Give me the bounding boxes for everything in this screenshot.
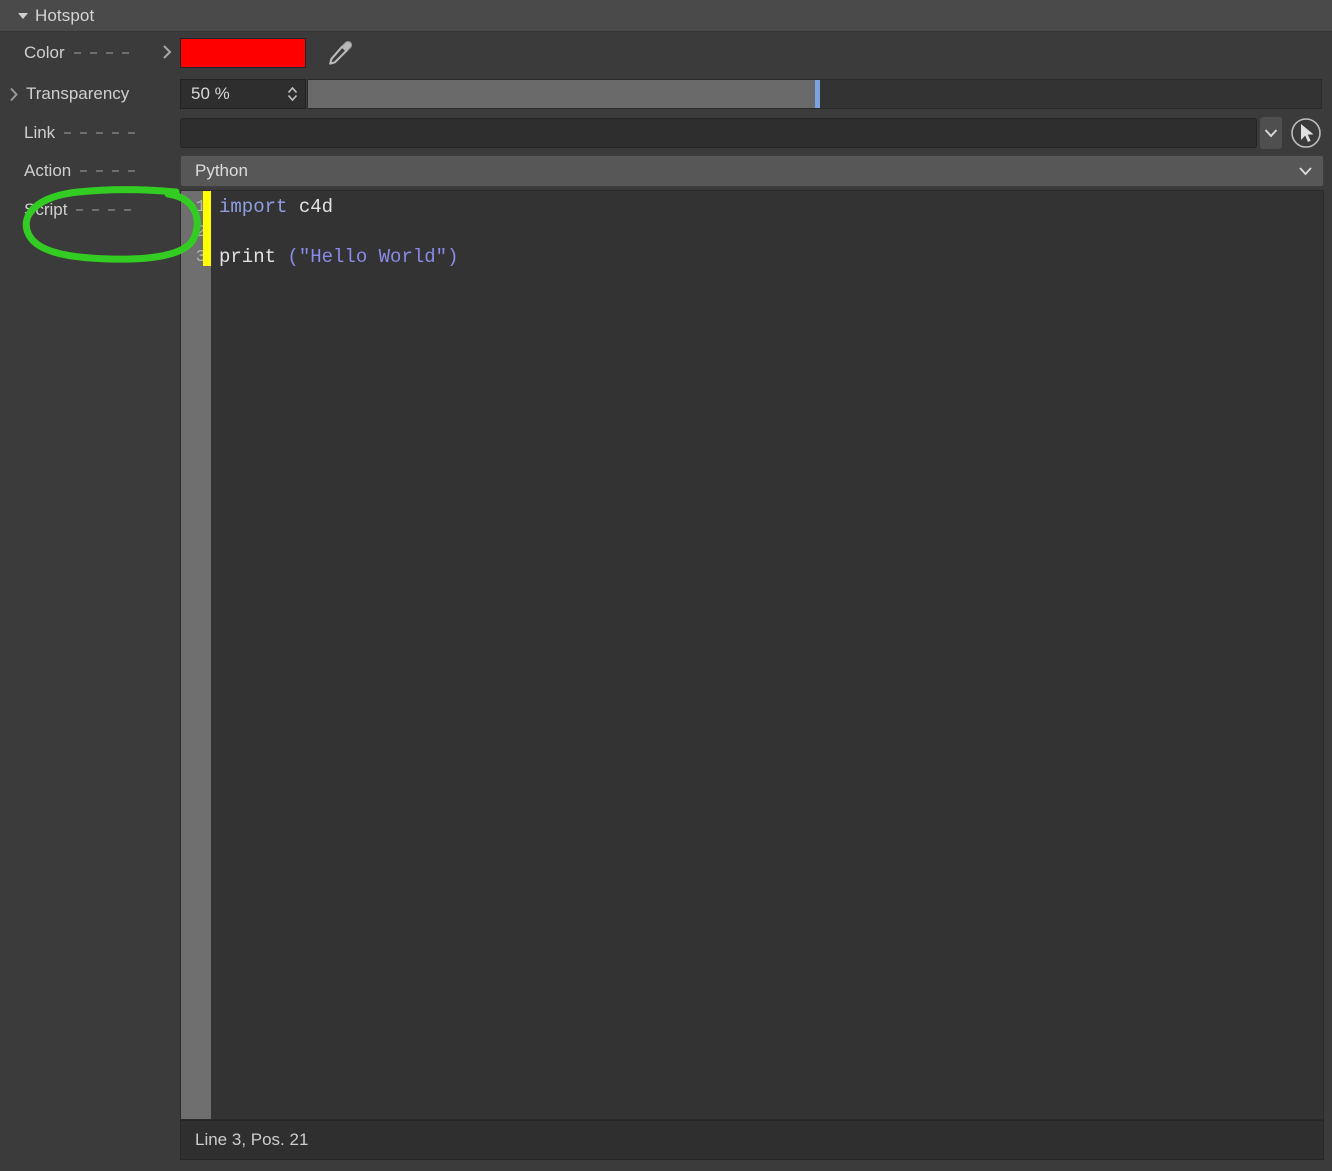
- script-code-editor[interactable]: 123 import c4d print ("Hello World"): [180, 190, 1324, 1120]
- action-value: Python: [195, 161, 248, 180]
- transparency-label-cell: Transparency: [0, 74, 180, 114]
- transparency-input[interactable]: 50 %: [180, 79, 306, 109]
- code-token: import: [219, 196, 288, 218]
- leader-dots: [73, 52, 162, 54]
- link-input[interactable]: [180, 118, 1257, 148]
- script-label-cell: Script: [0, 190, 180, 230]
- editor-gutter: 123: [181, 191, 211, 1119]
- editor-status-bar: Line 3, Pos. 21: [180, 1120, 1324, 1160]
- eyedropper-icon[interactable]: [320, 36, 360, 70]
- script-label: Script: [24, 200, 68, 219]
- chevron-down-icon[interactable]: [1260, 117, 1282, 149]
- code-token: ): [447, 246, 459, 268]
- chevron-down-icon[interactable]: [1298, 161, 1313, 181]
- code-token: c4d: [287, 196, 334, 218]
- slider-fill: [308, 80, 815, 108]
- panel-header[interactable]: Hotspot: [0, 0, 1332, 32]
- code-line: print ("Hello World"): [219, 245, 1323, 270]
- leader-dots: [64, 132, 180, 134]
- property-row-transparency: Transparency 50 %: [0, 74, 1332, 114]
- code-token: "Hello World": [298, 246, 448, 268]
- spinner-updown-icon[interactable]: [286, 85, 299, 103]
- slider-knob[interactable]: [814, 80, 820, 108]
- property-row-link: Link: [0, 114, 1332, 152]
- page-title: Hotspot: [35, 5, 95, 25]
- transparency-slider[interactable]: [307, 79, 1322, 109]
- transparency-label: Transparency: [26, 84, 130, 103]
- pick-object-cursor-icon[interactable]: [1288, 115, 1324, 151]
- action-label: Action: [24, 161, 72, 180]
- property-row-action: Action Python: [0, 152, 1332, 190]
- code-token: (: [276, 246, 299, 268]
- action-dropdown[interactable]: Python: [180, 155, 1324, 187]
- chevron-right-icon[interactable]: [0, 87, 26, 102]
- link-label-cell: Link: [0, 114, 180, 152]
- chevron-right-icon[interactable]: [162, 44, 172, 62]
- modified-lines-marker: [203, 191, 211, 266]
- triangle-down-icon[interactable]: [18, 12, 28, 19]
- action-label-cell: Action: [0, 152, 180, 190]
- color-label: Color: [24, 43, 65, 62]
- code-token: print: [219, 246, 277, 268]
- leader-dots: [76, 209, 180, 211]
- code-line: import c4d: [219, 195, 1323, 220]
- hotspot-properties-panel: Hotspot Color Transparency 50 % Link Act…: [0, 0, 1332, 1171]
- color-swatch[interactable]: [180, 38, 306, 68]
- property-row-color: Color: [0, 32, 1332, 74]
- code-text-area[interactable]: import c4d print ("Hello World"): [211, 191, 1323, 1119]
- color-label-cell: Color: [0, 32, 180, 74]
- link-label: Link: [24, 123, 56, 142]
- leader-dots: [80, 170, 180, 172]
- transparency-value: 50 %: [191, 84, 230, 103]
- cursor-position-text: Line 3, Pos. 21: [195, 1130, 309, 1149]
